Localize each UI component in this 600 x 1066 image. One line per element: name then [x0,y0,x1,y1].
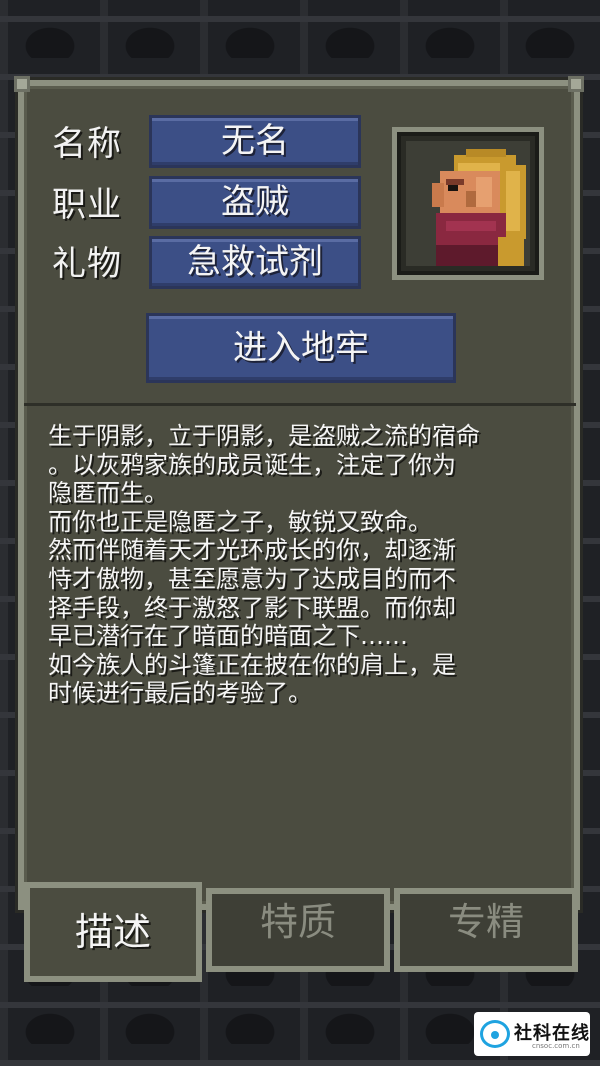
tab-specialization[interactable]: 专精 [394,888,578,972]
divider [24,403,576,406]
site-watermark: 社科在线 cnsoc.com.cn [474,1012,590,1056]
gift-label: 礼物 [52,244,122,284]
enter-dungeon-button[interactable]: 进入地牢 [146,313,456,383]
tab-description[interactable]: 描述 [24,882,202,982]
panel-corner [568,76,584,92]
name-label: 名称 [52,124,122,164]
tab-traits[interactable]: 特质 [206,888,390,972]
class-label: 职业 [52,185,122,225]
hero-portrait-frame[interactable] [392,127,544,280]
eye-logo-icon [480,1020,510,1048]
name-button[interactable]: 无名 [149,115,361,168]
rogue-hero-portrait-icon [406,141,530,266]
panel-corner [14,76,30,92]
watermark-subtext: cnsoc.com.cn [532,1042,580,1050]
class-button[interactable]: 盗贼 [149,176,361,229]
hero-description: 生于阴影，立于阴影，是盗贼之流的宿命 。以灰鸦家族的成员诞生，注定了你为 隐匿而… [48,422,480,708]
gift-button[interactable]: 急救试剂 [149,236,361,289]
